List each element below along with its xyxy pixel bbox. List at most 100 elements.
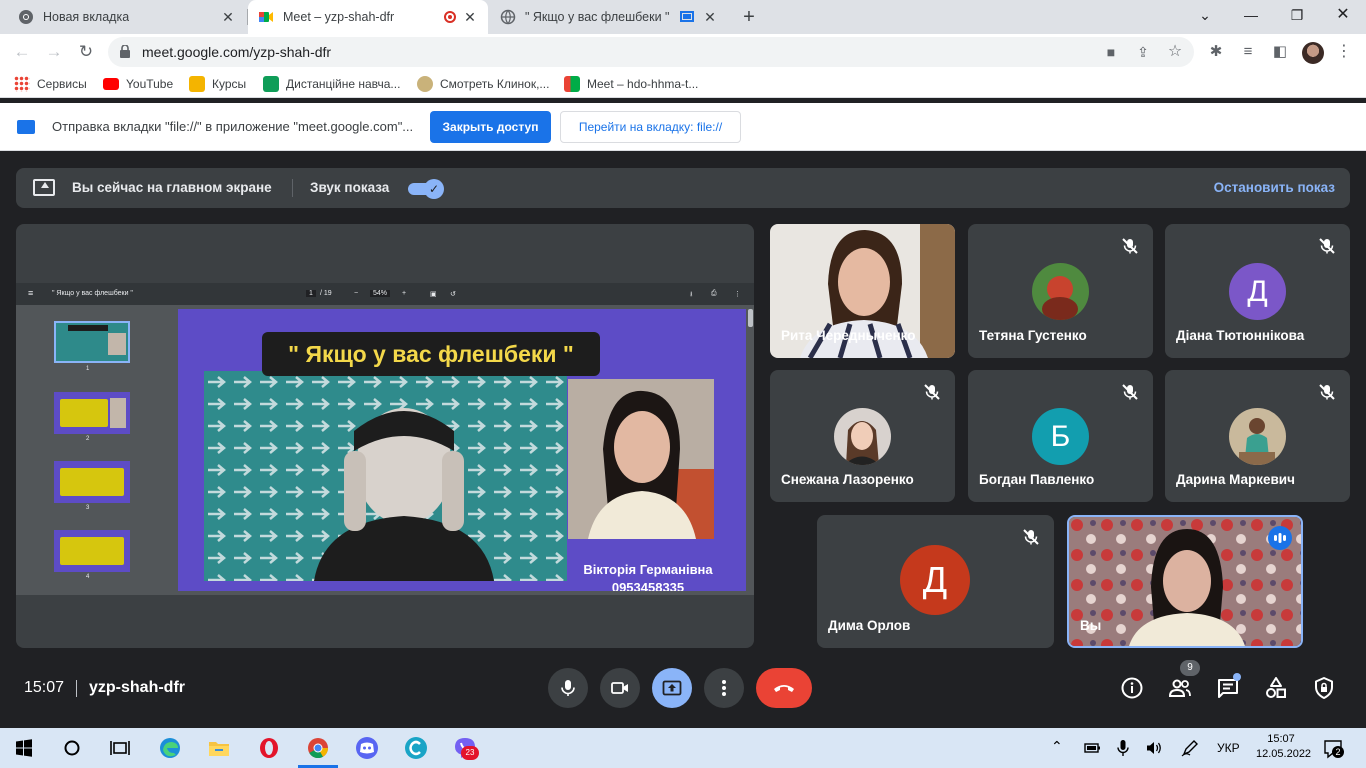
opera-icon[interactable]	[257, 736, 281, 760]
meet-icon	[564, 76, 580, 92]
viber-icon[interactable]: 23	[453, 736, 479, 760]
menu-kebab-icon[interactable]: ⋮	[1334, 42, 1354, 62]
participant-name: Дима Орлов	[828, 618, 911, 633]
youtube-icon	[103, 78, 119, 90]
host-controls-button[interactable]	[1312, 676, 1336, 700]
participant-tile[interactable]: Тетяна Густенко	[968, 224, 1153, 358]
chat-button[interactable]	[1216, 673, 1241, 700]
side-panel-icon[interactable]: ◧	[1270, 42, 1290, 62]
windows-start-icon[interactable]	[12, 736, 36, 760]
chevron-up-icon[interactable]: ⌃	[1051, 738, 1063, 755]
participant-avatar	[1229, 408, 1286, 465]
people-button[interactable]	[1168, 676, 1192, 700]
battery-icon[interactable]	[1082, 738, 1102, 758]
thumbnail	[54, 321, 130, 363]
thumbnail	[54, 461, 130, 503]
system-clock[interactable]: 15:07 12.05.2022	[1256, 732, 1311, 762]
microphone-button[interactable]	[548, 668, 588, 708]
discord-icon[interactable]	[355, 736, 379, 760]
bookmark-meet[interactable]: Meet – hdo-hhma-t...	[564, 75, 698, 93]
bookmark-distance[interactable]: Дистанційне навча...	[263, 75, 400, 93]
leave-call-button[interactable]	[756, 668, 812, 708]
stop-sharing-button[interactable]: Закрыть доступ	[430, 111, 551, 143]
presentation-sound-toggle[interactable]: ✓	[408, 179, 444, 199]
camera-permission-icon[interactable]: ■	[1102, 43, 1120, 61]
tab-slides-file[interactable]: " Якщо у вас флешбеки " ✕	[490, 0, 728, 34]
presenter-phone: 0953458335	[611, 580, 685, 591]
participant-tile[interactable]: Б Богдан Павленко	[968, 370, 1153, 502]
presenter-photo	[568, 379, 714, 539]
reload-icon[interactable]: ↻	[74, 40, 98, 64]
bookmark-courses[interactable]: Курсы	[189, 75, 246, 93]
tab-search-icon[interactable]: ⌄	[1182, 0, 1228, 30]
bookmark-klinok[interactable]: Смотреть Клинок,...	[417, 75, 549, 93]
participant-tile[interactable]: Снежана Лазоренко	[770, 370, 955, 502]
media-control-icon[interactable]: ≡	[1238, 42, 1258, 62]
present-now-button[interactable]	[652, 668, 692, 708]
clock-time: 15:07	[1267, 733, 1295, 745]
profile-avatar[interactable]	[1302, 42, 1324, 64]
edge-icon[interactable]	[158, 736, 182, 760]
bookmark-youtube[interactable]: YouTube	[103, 75, 173, 93]
pdf-page-view: " Якщо у вас флешбеки " Вікторія Германі…	[168, 305, 754, 595]
participant-tile[interactable]: Д Діана Тютюннікова	[1165, 224, 1350, 358]
tab-new-tab[interactable]: Новая вкладка ✕	[8, 0, 246, 34]
globe-icon	[500, 9, 516, 25]
scrollbar[interactable]	[748, 309, 753, 327]
tab-strip: Новая вкладка ✕ Meet – yzp-shah-dfr ✕ " …	[0, 0, 1366, 34]
share-icon[interactable]: ⇪	[1134, 43, 1152, 61]
back-arrow-icon[interactable]: ←	[10, 40, 34, 64]
participant-tile[interactable]: Рита Чередныченко	[770, 224, 955, 358]
input-language[interactable]: УКР	[1217, 741, 1240, 755]
volume-icon[interactable]	[1144, 738, 1164, 758]
bookmark-star-icon[interactable]: ☆	[1166, 43, 1184, 61]
maximize-button[interactable]: ❐	[1274, 0, 1320, 30]
close-icon[interactable]: ✕	[702, 9, 718, 25]
search-icon[interactable]	[60, 736, 84, 760]
pdf-toolbar: ≡ " Якщо у вас флешбеки " 1 / 19 − 54% +…	[16, 283, 754, 305]
app-c-icon[interactable]	[404, 736, 428, 760]
address-bar[interactable]: meet.google.com/yzp-shah-dfr ■ ⇪ ☆	[108, 37, 1194, 67]
extensions-icon[interactable]: ✱	[1206, 42, 1226, 62]
notifications-icon[interactable]: 2	[1322, 738, 1344, 760]
thumbnail-number: 1	[86, 366, 90, 372]
chrome-taskbar-icon[interactable]	[298, 736, 338, 768]
minimize-button[interactable]: —	[1228, 0, 1274, 30]
pen-icon[interactable]	[1180, 738, 1200, 758]
task-view-icon[interactable]	[108, 736, 132, 760]
close-icon[interactable]: ✕	[220, 9, 236, 25]
participant-tile[interactable]: Д Дима Орлов	[817, 515, 1054, 648]
sharing-icon	[680, 11, 694, 22]
camera-button[interactable]	[600, 668, 640, 708]
screen-share-icon	[17, 120, 35, 134]
participant-name: Діана Тютюннікова	[1176, 328, 1305, 343]
meet-icon	[258, 9, 274, 25]
stop-presenting-button[interactable]: Остановить показ	[1214, 180, 1335, 195]
tab-title: Новая вкладка	[43, 10, 130, 24]
chrome-icon	[18, 9, 34, 25]
forward-arrow-icon[interactable]: →	[42, 40, 66, 64]
people-count-badge: 9	[1180, 660, 1200, 676]
download-icon: ⭳	[690, 291, 693, 298]
participant-tile-self[interactable]: Вы	[1067, 515, 1303, 648]
mic-off-icon	[1318, 383, 1336, 401]
switch-to-tab-button[interactable]: Перейти на вкладку: file://	[560, 111, 741, 143]
microphone-tray-icon[interactable]	[1113, 738, 1133, 758]
tab-meet[interactable]: Meet – yzp-shah-dfr ✕	[248, 0, 488, 34]
meeting-code: yzp-shah-dfr	[89, 679, 185, 696]
participant-tile[interactable]: Дарина Маркевич	[1165, 370, 1350, 502]
shield-lock-icon	[1315, 677, 1333, 699]
file-explorer-icon[interactable]	[207, 736, 231, 760]
close-icon[interactable]: ✕	[462, 9, 478, 25]
slide-title: " Якщо у вас флешбеки "	[262, 332, 600, 376]
close-window-button[interactable]: ✕	[1320, 0, 1366, 30]
new-tab-button[interactable]: +	[737, 5, 761, 29]
activities-icon	[1266, 677, 1286, 698]
bookmark-apps[interactable]: Сервисы	[14, 75, 87, 93]
meeting-details-button[interactable]	[1120, 676, 1144, 700]
slide-illustration	[204, 371, 567, 581]
sheets-icon	[263, 76, 279, 92]
more-options-button[interactable]	[704, 668, 744, 708]
bookmark-label: Meet – hdo-hhma-t...	[587, 77, 699, 91]
activities-button[interactable]	[1264, 676, 1288, 700]
